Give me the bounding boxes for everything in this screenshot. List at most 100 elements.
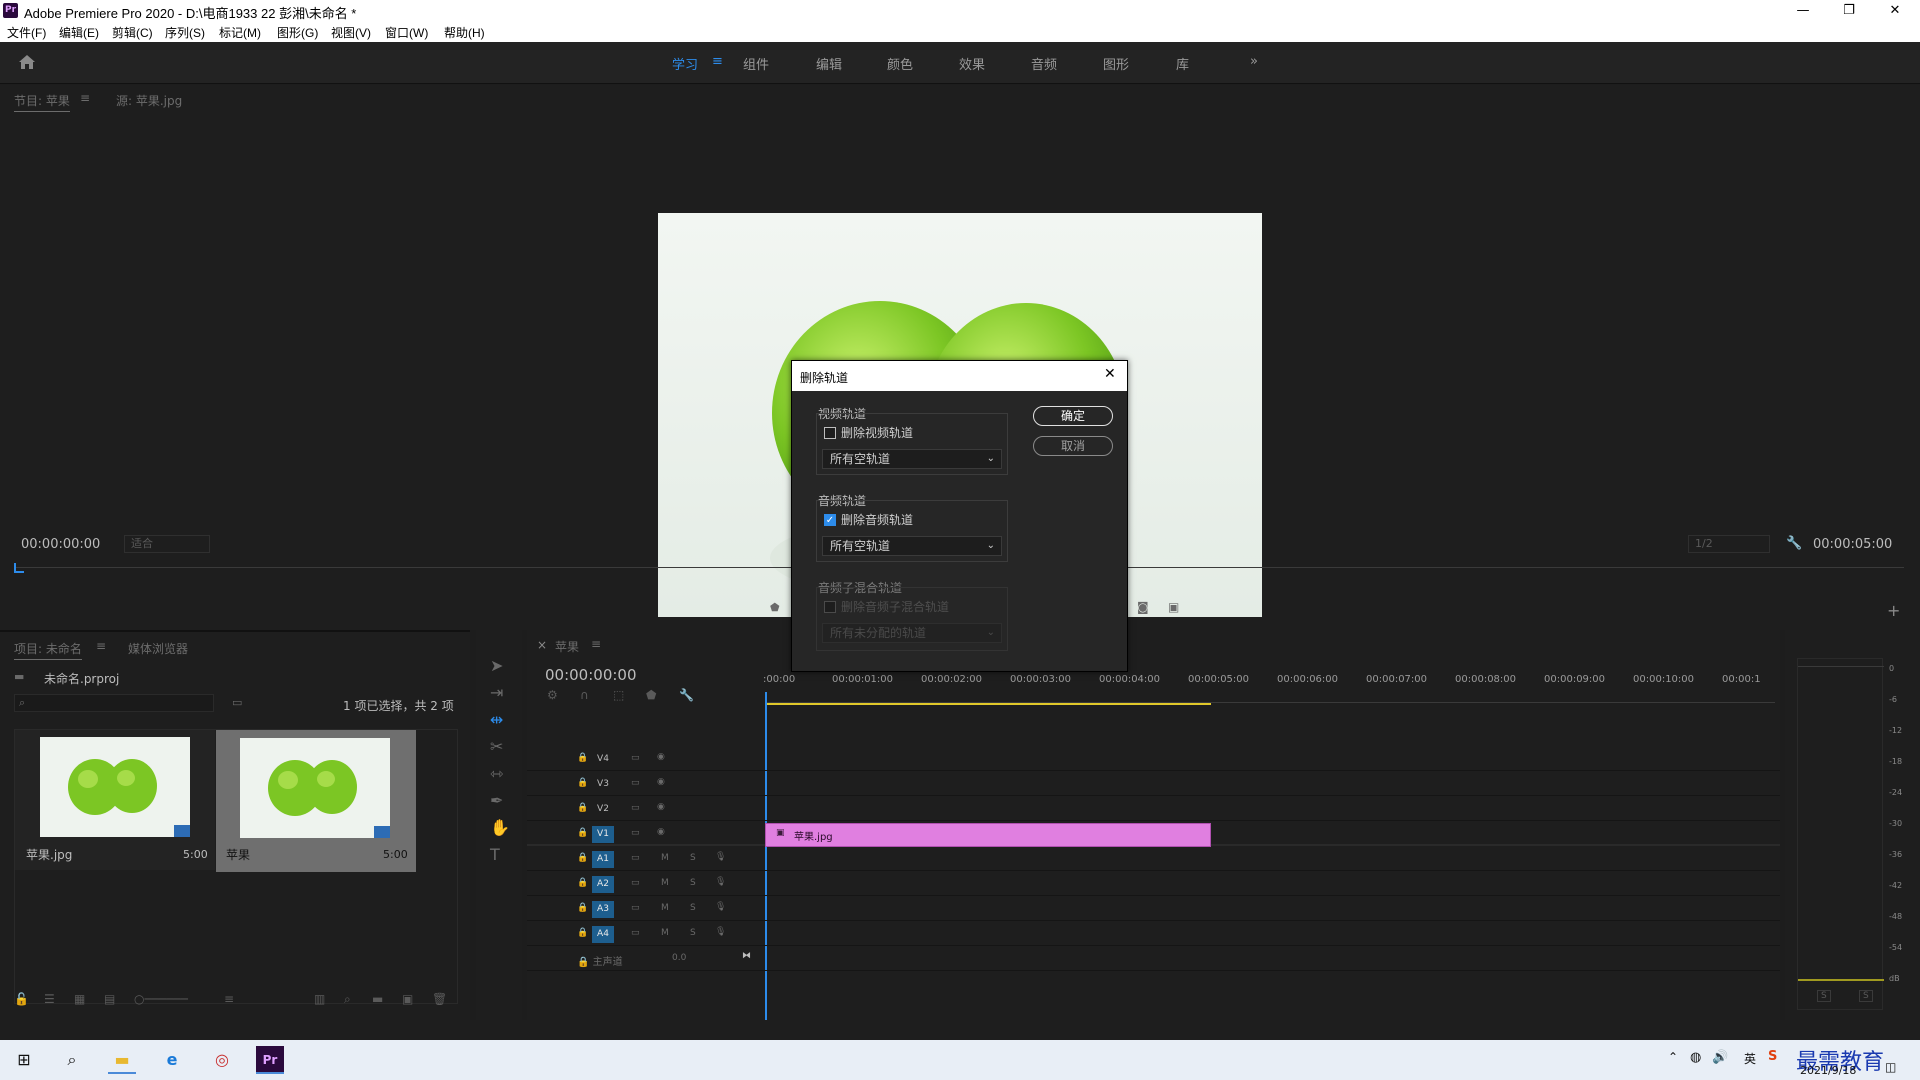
menu-help[interactable]: 帮助(H) xyxy=(444,24,485,41)
track-row-v3[interactable]: 🔒 V3 ▭ ◉ xyxy=(527,772,1780,796)
tab-program[interactable]: 节目: 苹果 xyxy=(14,92,70,112)
cancel-button[interactable]: 取消 xyxy=(1033,436,1113,456)
add-button-icon[interactable]: + xyxy=(1887,601,1900,620)
menu-sequence[interactable]: 序列(S) xyxy=(165,24,205,41)
workspace-effects[interactable]: 效果 xyxy=(959,54,985,73)
track-row-a1[interactable]: 🔒 A1 ▭ M S 🎙 xyxy=(527,847,1780,871)
menu-window[interactable]: 窗口(W) xyxy=(385,24,428,41)
meter-solo-right-button[interactable]: S xyxy=(1859,990,1873,1002)
tray-expand-icon[interactable]: ⌃ xyxy=(1668,1050,1678,1064)
track-label[interactable]: A2 xyxy=(592,876,614,893)
tab-source[interactable]: 源: 苹果.jpg xyxy=(116,92,182,109)
track-voiceover-icon[interactable]: 🎙 xyxy=(715,852,726,862)
project-panel-menu-icon[interactable]: ≡ xyxy=(96,639,106,653)
workspace-audio[interactable]: 音频 xyxy=(1031,54,1057,73)
hand-tool-icon[interactable]: ✋ xyxy=(490,814,510,841)
video-tracks-select[interactable]: 所有空轨道 ⌄ xyxy=(822,449,1002,469)
tab-media-browser[interactable]: 媒体浏览器 xyxy=(128,640,188,657)
linked-selection-icon[interactable]: ⬚ xyxy=(613,688,624,702)
close-sequence-icon[interactable]: × xyxy=(537,638,547,652)
workspace-more-icon[interactable]: » xyxy=(1250,54,1258,69)
fit-select[interactable]: 适合 xyxy=(124,535,210,553)
track-row-a3[interactable]: 🔒 A3 ▭ M S 🎙 xyxy=(527,897,1780,921)
menu-graphics[interactable]: 图形(G) xyxy=(277,24,318,41)
master-volume-value[interactable]: 0.0 xyxy=(672,953,686,963)
timeline-settings-icon[interactable]: 🔧 xyxy=(679,688,694,702)
sequence-timecode[interactable]: 00:00:00:00 xyxy=(545,666,637,684)
track-sync-lock-icon[interactable]: ▭ xyxy=(631,828,640,838)
tab-project[interactable]: 项目: 未命名 xyxy=(14,640,82,660)
notification-icon[interactable]: ◫ xyxy=(1885,1060,1896,1074)
project-item-card-selected[interactable]: 苹果 5:00 xyxy=(216,730,416,872)
panel-menu-icon[interactable]: ≡ xyxy=(80,91,90,105)
slip-tool-icon[interactable]: ⇿ xyxy=(490,760,510,787)
workspace-color[interactable]: 颜色 xyxy=(887,54,913,73)
track-mute-button[interactable]: M xyxy=(661,903,669,913)
add-marker-icon[interactable]: ⬟ xyxy=(646,688,656,702)
track-row-v4[interactable]: 🔒 V4 ▭ ◉ xyxy=(527,747,1780,771)
trash-icon[interactable]: 🗑 xyxy=(432,992,447,1006)
go-to-end-icon[interactable]: ⧓ xyxy=(742,951,751,961)
program-timecode[interactable]: 00:00:00:00 xyxy=(21,537,100,552)
razor-tool-icon[interactable]: ✂ xyxy=(490,733,510,760)
timeline-clip[interactable]: ▣ 苹果.jpg xyxy=(765,823,1211,847)
find-icon[interactable]: ⌕ xyxy=(344,992,351,1007)
timeline-ruler[interactable]: :00:00 00:00:01:00 00:00:02:00 00:00:03:00 0… xyxy=(763,674,1780,694)
network-icon[interactable]: ◍ xyxy=(1690,1050,1701,1065)
file-explorer-icon[interactable]: ▬ xyxy=(108,1046,136,1074)
timeline-menu-icon[interactable]: ≡ xyxy=(591,637,601,651)
export-frame-icon[interactable]: ◙ xyxy=(1137,600,1149,614)
track-lock-icon[interactable]: 🔒 xyxy=(577,828,588,838)
track-voiceover-icon[interactable]: 🎙 xyxy=(715,902,726,912)
track-label[interactable]: V4 xyxy=(592,751,614,768)
track-sync-lock-icon[interactable]: ▭ xyxy=(631,903,640,913)
track-label[interactable]: V2 xyxy=(592,801,614,818)
track-sync-lock-icon[interactable]: ▭ xyxy=(631,778,640,788)
sort-icon[interactable]: ≡ xyxy=(224,992,234,1006)
icon-view-icon[interactable]: ▦ xyxy=(74,992,85,1006)
track-label[interactable]: A3 xyxy=(592,901,614,918)
maximize-button[interactable]: ❐ xyxy=(1826,0,1872,22)
zoom-slider[interactable]: ○────── xyxy=(134,992,188,1006)
menu-marker[interactable]: 标记(M) xyxy=(219,24,261,41)
track-voiceover-icon[interactable]: 🎙 xyxy=(715,877,726,887)
track-row-a2[interactable]: 🔒 A2 ▭ M S 🎙 xyxy=(527,872,1780,896)
meter-solo-left-button[interactable]: S xyxy=(1817,990,1831,1002)
workspace-assembly[interactable]: 组件 xyxy=(743,54,769,73)
track-lock-icon[interactable]: 🔒 xyxy=(577,753,588,763)
marker-icon[interactable]: ⬟ xyxy=(770,601,780,614)
project-search-input[interactable]: ⌕ xyxy=(14,694,214,712)
type-tool-icon[interactable]: T xyxy=(490,841,510,868)
new-bin-icon[interactable]: ▬ xyxy=(372,992,383,1006)
pen-tool-icon[interactable]: ✒ xyxy=(490,787,510,814)
edge-browser-icon[interactable]: e xyxy=(158,1046,186,1074)
home-icon[interactable] xyxy=(18,54,36,70)
workspace-editing[interactable]: 编辑 xyxy=(816,54,842,73)
workspace-menu-icon[interactable]: ≡ xyxy=(712,54,723,69)
windows-start-icon[interactable]: ⊞ xyxy=(10,1046,38,1074)
track-lock-icon[interactable]: 🔒 xyxy=(577,928,588,938)
track-row-master[interactable]: 🔒 主声道 0.0 ⧓ xyxy=(527,947,1780,971)
menu-view[interactable]: 视图(V) xyxy=(331,24,371,41)
track-lock-icon[interactable]: 🔒 xyxy=(577,853,588,863)
track-lock-icon[interactable]: 🔒 xyxy=(577,778,588,788)
track-row-v2[interactable]: 🔒 V2 ▭ ◉ xyxy=(527,797,1780,821)
track-sync-lock-icon[interactable]: ▭ xyxy=(631,928,640,938)
track-visibility-icon[interactable]: ◉ xyxy=(657,777,665,787)
audio-tracks-select[interactable]: 所有空轨道 ⌄ xyxy=(822,536,1002,556)
menu-edit[interactable]: 编辑(E) xyxy=(59,24,99,41)
screen-recorder-icon[interactable]: ◎ xyxy=(208,1046,236,1074)
volume-icon[interactable]: 🔊 xyxy=(1712,1050,1728,1065)
track-lock-icon[interactable]: 🔒 xyxy=(577,803,588,813)
premiere-taskbar-icon[interactable]: Pr xyxy=(256,1046,284,1074)
snap-icon[interactable]: ∩ xyxy=(580,688,589,702)
track-solo-button[interactable]: S xyxy=(690,853,696,863)
tab-sequence[interactable]: 苹果 xyxy=(555,638,579,655)
track-mute-button[interactable]: M xyxy=(661,928,669,938)
ime-indicator[interactable]: 英 xyxy=(1744,1050,1756,1067)
track-visibility-icon[interactable]: ◉ xyxy=(657,752,665,762)
list-view-icon[interactable]: ☰ xyxy=(44,992,55,1006)
menu-clip[interactable]: 剪辑(C) xyxy=(112,24,153,41)
track-sync-lock-icon[interactable]: ▭ xyxy=(631,753,640,763)
nest-icon[interactable]: ⚙ xyxy=(547,688,558,702)
